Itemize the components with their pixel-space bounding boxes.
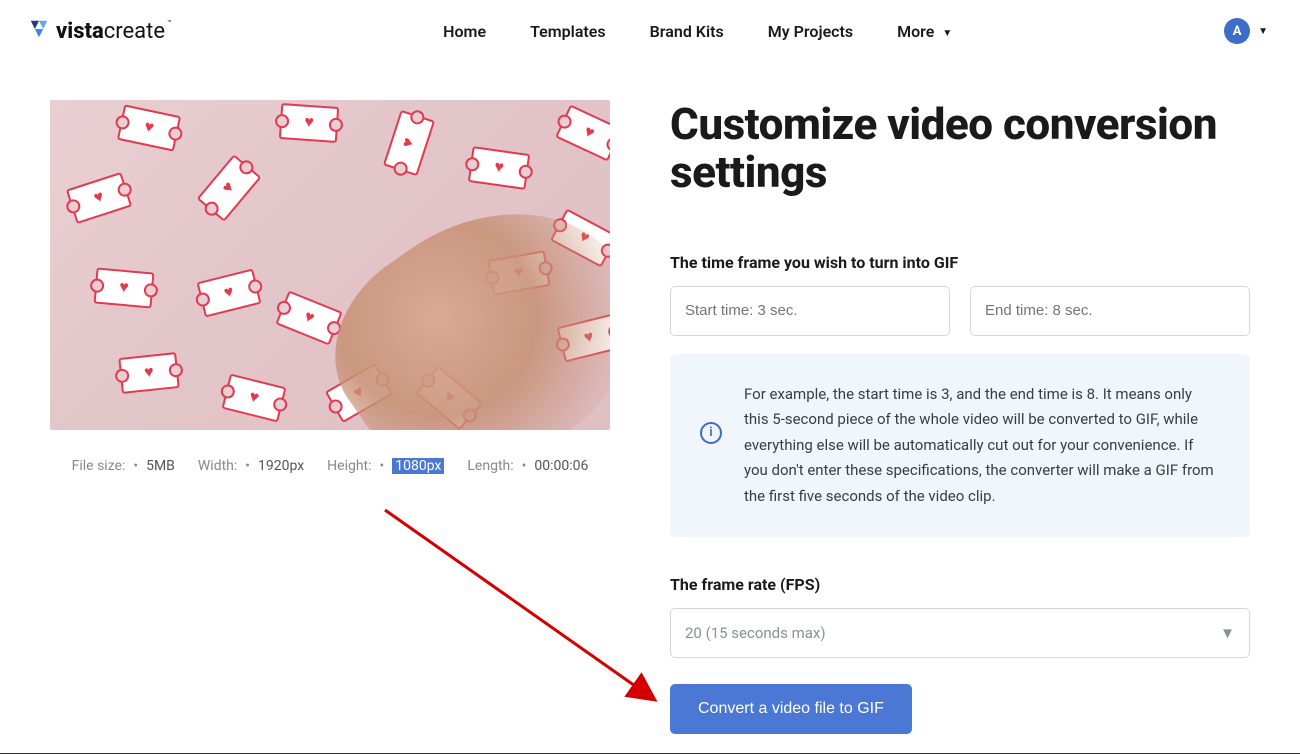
info-icon: i — [700, 422, 722, 444]
info-text: For example, the start time is 3, and th… — [744, 382, 1220, 510]
nav-home[interactable]: Home — [443, 22, 486, 41]
end-time-input[interactable] — [970, 286, 1250, 336]
width-value: 1920px — [258, 458, 304, 474]
bottom-divider — [0, 753, 1300, 754]
fps-label: The frame rate (FPS) — [670, 575, 1250, 594]
brand-logo-icon — [28, 18, 50, 44]
fps-selected-value: 20 (15 seconds max) — [685, 624, 826, 642]
timeframe-row — [670, 286, 1250, 336]
nav-templates[interactable]: Templates — [530, 22, 606, 41]
width-label: Width: — [198, 458, 237, 474]
avatar[interactable]: A — [1224, 18, 1250, 44]
brand-name: vistacreate™ — [56, 19, 171, 44]
file-size-label: File size: — [72, 458, 126, 474]
length-label: Length: — [467, 458, 513, 474]
nav-my-projects[interactable]: My Projects — [768, 22, 853, 41]
top-bar: vistacreate™ Home Templates Brand Kits M… — [0, 0, 1300, 62]
main-content: ♥ ♥ ♥ ♥ ♥ ♥ ♥ ♥ ♥ ♥ ♥ ♥ ♥ ♥ ♥ ♥ ♥ File s… — [0, 62, 1300, 734]
height-value: 1080px — [392, 458, 444, 474]
account-menu[interactable]: A ▼ — [1224, 18, 1268, 44]
brand-logo[interactable]: vistacreate™ — [28, 18, 171, 44]
nav-more-label: More — [897, 22, 934, 41]
chevron-down-icon: ▼ — [1220, 624, 1235, 642]
chevron-down-icon: ▼ — [942, 28, 952, 39]
page-title: Customize video conversion settings — [670, 100, 1250, 197]
start-time-input[interactable] — [670, 286, 950, 336]
main-nav: Home Templates Brand Kits My Projects Mo… — [443, 22, 952, 41]
info-box: i For example, the start time is 3, and … — [670, 354, 1250, 538]
preview-column: ♥ ♥ ♥ ♥ ♥ ♥ ♥ ♥ ♥ ♥ ♥ ♥ ♥ ♥ ♥ ♥ ♥ File s… — [50, 100, 610, 734]
convert-button[interactable]: Convert a video file to GIF — [670, 684, 912, 734]
nav-brand-kits[interactable]: Brand Kits — [650, 22, 724, 41]
height-label: Height: — [327, 458, 371, 474]
fps-select[interactable]: 20 (15 seconds max) ▼ — [670, 608, 1250, 658]
settings-column: Customize video conversion settings The … — [670, 100, 1250, 734]
preview-meta: File size: • 5MB Width: • 1920px Height:… — [50, 458, 610, 474]
video-preview[interactable]: ♥ ♥ ♥ ♥ ♥ ♥ ♥ ♥ ♥ ♥ ♥ ♥ ♥ ♥ ♥ ♥ ♥ — [50, 100, 610, 430]
file-size-value: 5MB — [146, 458, 175, 474]
length-value: 00:00:06 — [534, 458, 588, 474]
chevron-down-icon: ▼ — [1258, 26, 1268, 37]
timeframe-label: The time frame you wish to turn into GIF — [670, 253, 1250, 272]
nav-more[interactable]: More ▼ — [897, 22, 952, 41]
